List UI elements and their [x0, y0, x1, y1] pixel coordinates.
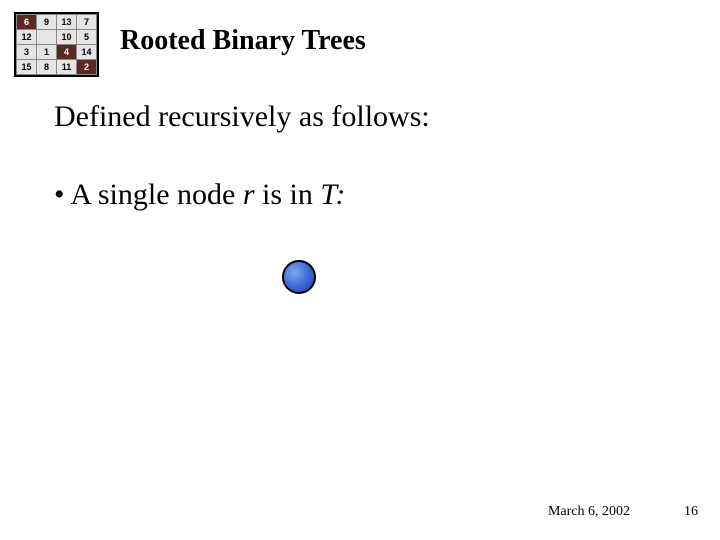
puzzle-cell: 6	[17, 15, 37, 30]
puzzle-cell: 11	[57, 60, 77, 75]
puzzle-cell: 7	[77, 15, 97, 30]
bullet-prefix: • A single node	[54, 178, 243, 211]
puzzle-cell: 2	[77, 60, 97, 75]
puzzle-cell: 15	[17, 60, 37, 75]
puzzle-cell: 1	[37, 45, 57, 60]
puzzle-cell: 8	[37, 60, 57, 75]
footer-date: March 6, 2002	[548, 504, 630, 520]
puzzle-cell: 13	[57, 15, 77, 30]
var-t: T:	[320, 178, 345, 211]
puzzle-cell: 3	[17, 45, 37, 60]
puzzle-icon: 691371210531414158112	[14, 12, 99, 77]
puzzle-cell: 12	[17, 30, 37, 45]
puzzle-cell: 5	[77, 30, 97, 45]
bullet-line: • A single node r is in T:	[54, 178, 345, 212]
var-r: r	[243, 178, 255, 211]
tree-node-icon	[282, 260, 316, 294]
puzzle-cell: 10	[57, 30, 77, 45]
slide-root: 691371210531414158112 Rooted Binary Tree…	[0, 0, 720, 540]
slide-title: Rooted Binary Trees	[120, 25, 366, 57]
footer-page-number: 16	[684, 504, 698, 520]
definition-line: Defined recursively as follows:	[54, 100, 430, 134]
puzzle-cell: 9	[37, 15, 57, 30]
puzzle-cell	[37, 30, 57, 45]
bullet-mid: is in	[255, 178, 321, 211]
puzzle-cell: 14	[77, 45, 97, 60]
puzzle-cell: 4	[57, 45, 77, 60]
